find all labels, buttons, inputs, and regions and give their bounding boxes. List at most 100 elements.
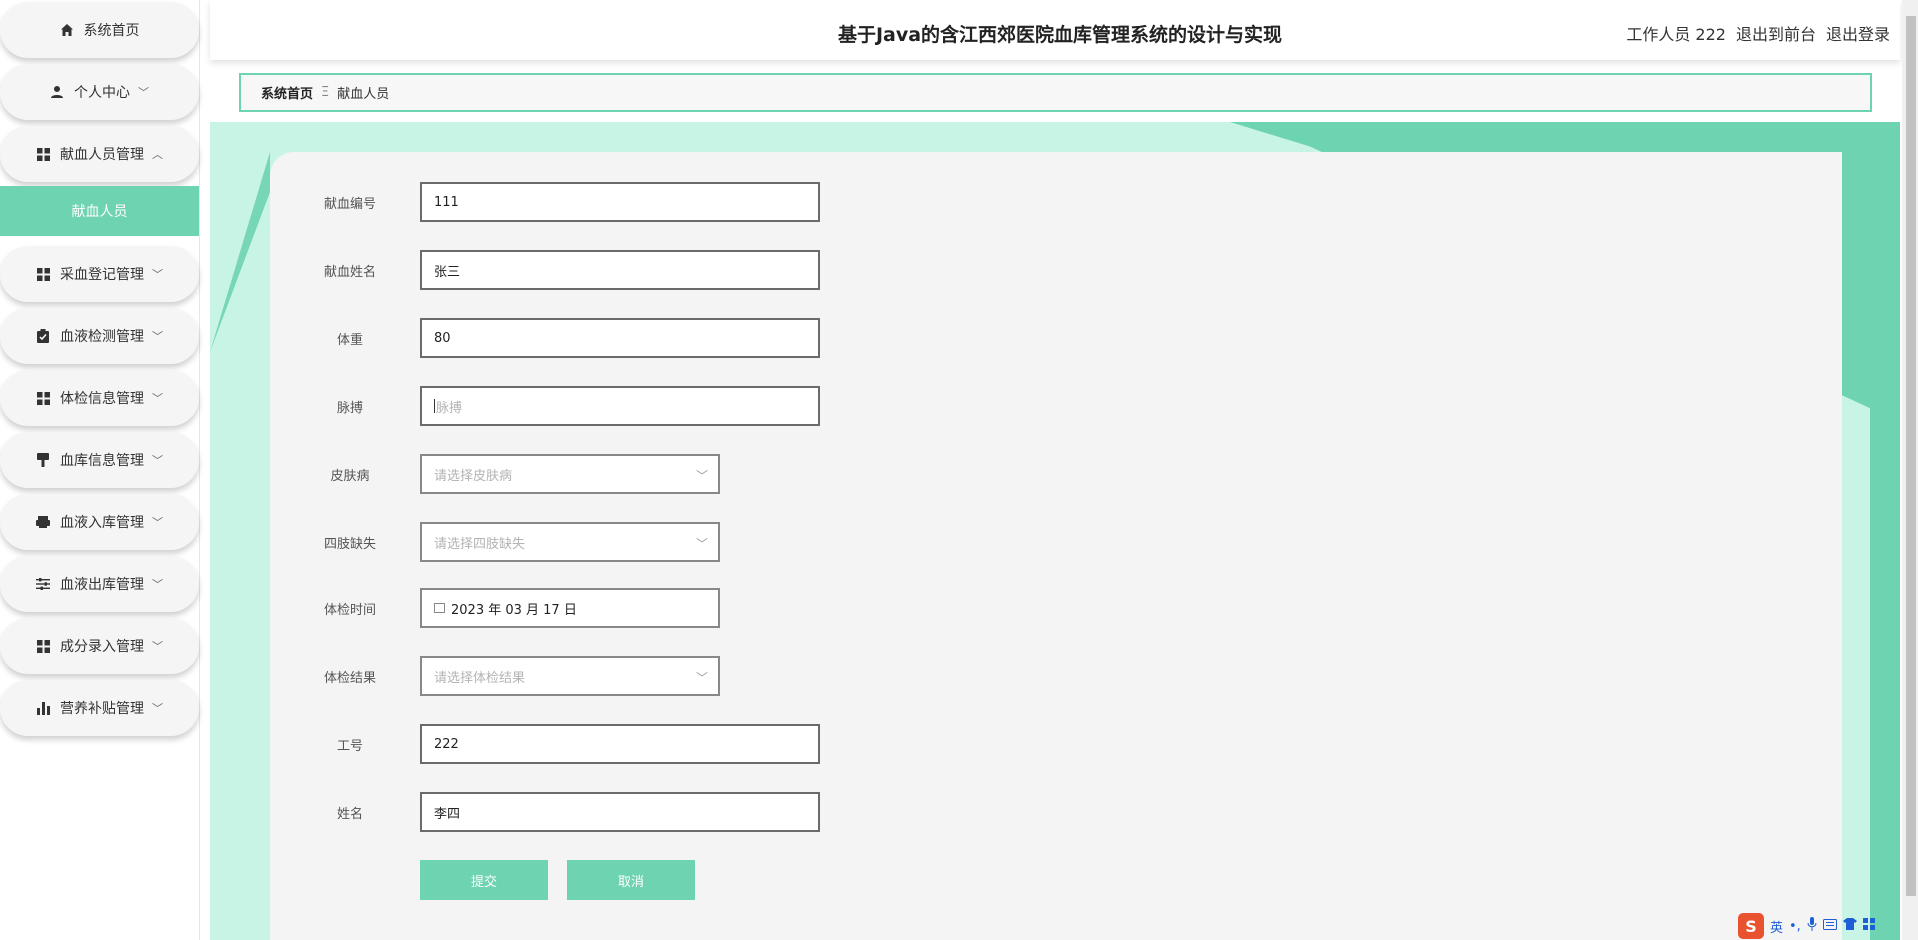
ime-language-toggle[interactable]: 英 (1770, 917, 1783, 936)
scrollbar-thumb[interactable] (1906, 16, 1916, 896)
submit-button[interactable]: 提交 (420, 860, 548, 900)
skin-icon[interactable] (1842, 918, 1857, 934)
keyboard-icon[interactable] (1822, 918, 1837, 934)
chevron-down-icon: ﹀ (152, 516, 163, 529)
chevron-down-icon: ﹀ (695, 537, 708, 551)
grid-icon (36, 639, 50, 653)
bar-chart-icon (36, 701, 50, 715)
sidebar-item-label: 系统首页 (83, 23, 140, 39)
chevron-down-icon: ﹀ (152, 392, 163, 405)
donor-name-input[interactable]: 张三 (420, 250, 820, 290)
sidebar-item-blood-test[interactable]: 血液检测管理 ﹀ (0, 308, 199, 364)
toolbox-icon[interactable] (1862, 918, 1875, 934)
field-label: 姓名 (336, 806, 363, 822)
sidebar-item-donor-management[interactable]: 献血人员管理 ︿ (0, 126, 199, 182)
sidebar: 系统首页 个人中心 ﹀ 献血人员管理 ︿ 献血人员 采血登记管理 ﹀ 血液检测管… (0, 0, 200, 940)
field-label: 体重 (336, 332, 363, 348)
sidebar-item-physical-exam[interactable]: 体检信息管理 ﹀ (0, 370, 199, 426)
page-scrollbar[interactable] (1902, 0, 1918, 940)
exam-time-value: 2023 年 03 月 17 日 (451, 602, 577, 618)
form-row-exam-result: 体检结果 请选择体检结果 ﹀ (270, 656, 870, 696)
sidebar-item-label: 血液出库管理 (60, 577, 144, 593)
ime-punctuation-toggle[interactable]: •, (1789, 919, 1801, 934)
form-row-staff-name: 姓名 李四 (270, 792, 870, 832)
sidebar-item-component-entry[interactable]: 成分录入管理 ﹀ (0, 618, 199, 674)
calendar-icon (434, 603, 445, 613)
weight-input[interactable]: 80 (420, 318, 820, 358)
ime-toolbar: S 英 •, (1738, 912, 1918, 940)
sidebar-item-nutrition-subsidy[interactable]: 营养补贴管理 ﹀ (0, 680, 199, 736)
chevron-down-icon: ﹀ (152, 268, 163, 281)
sidebar-item-label: 血液检测管理 (60, 329, 144, 345)
chevron-down-icon: ﹀ (152, 640, 163, 653)
sidebar-item-home[interactable]: 系统首页 (0, 2, 199, 58)
text-caret (434, 399, 435, 413)
field-label: 皮肤病 (330, 468, 370, 484)
current-user-label: 工作人员 222 (1626, 25, 1726, 44)
background-decoration (210, 152, 270, 352)
sidebar-item-label: 营养补贴管理 (60, 701, 144, 717)
microphone-icon[interactable] (1807, 917, 1817, 935)
field-label: 献血编号 (323, 196, 376, 212)
donor-form: 献血编号 111 献血姓名 张三 体重 80 脉搏 脉搏 皮肤病 请选择皮肤病 … (270, 152, 1842, 940)
chevron-down-icon: ﹀ (152, 702, 163, 715)
form-row-pulse: 脉搏 脉搏 (270, 386, 870, 426)
chevron-down-icon: ﹀ (152, 330, 163, 343)
field-label: 献血姓名 (323, 264, 376, 280)
chevron-up-icon: ︿ (152, 148, 163, 161)
sidebar-item-label: 成分录入管理 (60, 639, 144, 655)
chevron-down-icon: ﹀ (695, 469, 708, 483)
form-row-skin-disease: 皮肤病 请选择皮肤病 ﹀ (270, 454, 870, 494)
sidebar-item-blood-bank[interactable]: 血库信息管理 ﹀ (0, 432, 199, 488)
sliders-icon (36, 577, 50, 591)
form-row-exam-time: 体检时间 2023 年 03 月 17 日 (270, 588, 870, 628)
form-row-limb-loss: 四肢缺失 请选择四肢缺失 ﹀ (270, 522, 870, 562)
field-label: 工号 (336, 738, 363, 754)
sidebar-item-label: 血库信息管理 (60, 453, 144, 469)
sidebar-item-label: 个人中心 (74, 85, 130, 101)
sidebar-item-label: 献血人员管理 (60, 147, 144, 163)
user-icon (50, 85, 64, 99)
sidebar-item-blood-collection[interactable]: 采血登记管理 ﹀ (0, 246, 199, 302)
chevron-down-icon: ﹀ (695, 671, 708, 685)
home-icon (60, 23, 74, 37)
sidebar-item-personal-center[interactable]: 个人中心 ﹀ (0, 64, 199, 120)
select-placeholder: 请选择体检结果 (434, 670, 526, 686)
pulse-input[interactable]: 脉搏 (420, 386, 820, 426)
staff-number-input[interactable]: 222 (420, 724, 820, 764)
sidebar-item-label: 血液入库管理 (60, 515, 144, 531)
sidebar-item-blood-storage[interactable]: 血液入库管理 ﹀ (0, 494, 199, 550)
grid-icon (36, 147, 50, 161)
sidebar-item-label: 体检信息管理 (60, 391, 144, 407)
chevron-down-icon: ﹀ (138, 86, 149, 99)
select-placeholder: 请选择皮肤病 (434, 468, 513, 484)
sogou-logo-icon[interactable]: S (1738, 913, 1764, 939)
chevron-down-icon: ﹀ (152, 578, 163, 591)
breadcrumb-home[interactable]: 系统首页 (261, 83, 313, 102)
donation-number-input[interactable]: 111 (420, 182, 820, 222)
form-row-staff-number: 工号 222 (270, 724, 870, 764)
skin-disease-select[interactable]: 请选择皮肤病 ﹀ (420, 454, 720, 494)
limb-loss-select[interactable]: 请选择四肢缺失 ﹀ (420, 522, 720, 562)
staff-name-input[interactable]: 李四 (420, 792, 820, 832)
cancel-button[interactable]: 取消 (567, 860, 695, 900)
exit-to-front-link[interactable]: 退出到前台 (1736, 21, 1816, 45)
pulse-placeholder: 脉搏 (436, 400, 463, 416)
exam-time-datepicker[interactable]: 2023 年 03 月 17 日 (420, 588, 720, 628)
breadcrumb-separator-icon: Ξ (321, 85, 330, 100)
form-row-donation-number: 献血编号 111 (270, 182, 870, 222)
breadcrumb: 系统首页 Ξ 献血人员 (239, 73, 1872, 112)
clipboard-icon (36, 329, 50, 343)
sidebar-subitem-donor[interactable]: 献血人员 (0, 186, 199, 236)
field-label: 四肢缺失 (323, 536, 376, 552)
brush-icon (36, 453, 50, 467)
select-placeholder: 请选择四肢缺失 (434, 536, 526, 552)
breadcrumb-current: 献血人员 (337, 87, 390, 102)
field-label: 体检结果 (323, 670, 376, 686)
logout-link[interactable]: 退出登录 (1826, 21, 1890, 45)
sidebar-item-blood-outbound[interactable]: 血液出库管理 ﹀ (0, 556, 199, 612)
field-label: 体检时间 (323, 602, 376, 618)
chevron-down-icon: ﹀ (152, 454, 163, 467)
exam-result-select[interactable]: 请选择体检结果 ﹀ (420, 656, 720, 696)
sidebar-subitem-label: 献血人员 (71, 204, 128, 220)
